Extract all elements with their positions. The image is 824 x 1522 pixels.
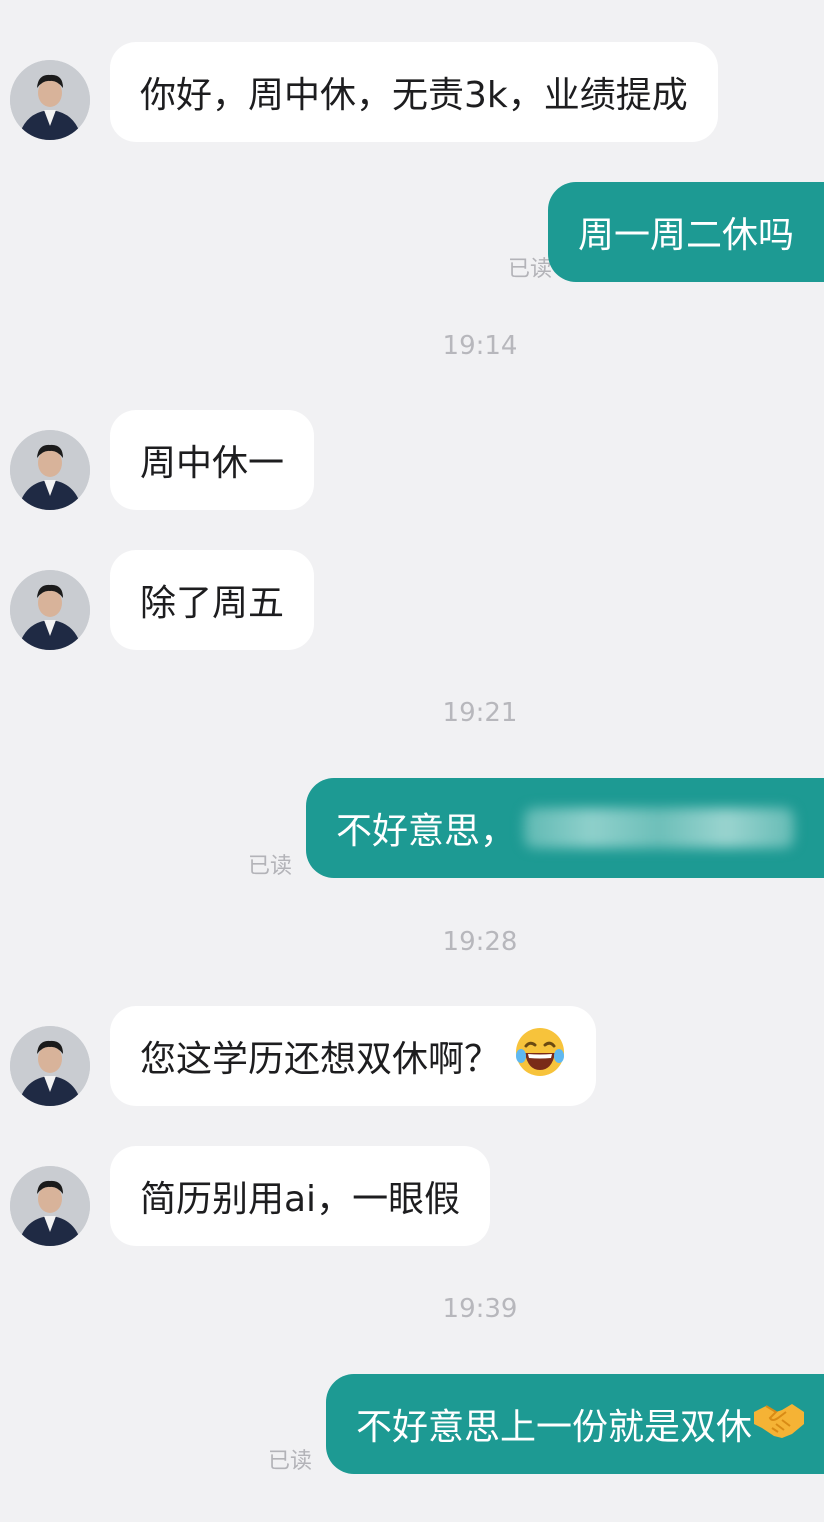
- contact-avatar[interactable]: [10, 1166, 90, 1246]
- incoming-message[interactable]: 简历别用ai，一眼假: [110, 1146, 491, 1246]
- read-status: 已读: [268, 1449, 313, 1474]
- contact-avatar[interactable]: [10, 570, 90, 650]
- handshake-emoji: [752, 1398, 806, 1451]
- timestamp: 19:39: [442, 1294, 518, 1324]
- message-text: 你好，周中休，无责3k，业绩提成: [140, 75, 688, 116]
- read-status: 已读: [248, 854, 293, 879]
- message-text: 除了周五: [140, 583, 285, 624]
- redacted-text: [524, 808, 794, 848]
- outgoing-message[interactable]: 不好意思上一份就是双休: [326, 1374, 824, 1474]
- contact-avatar[interactable]: [10, 1026, 90, 1106]
- laughing-with-tears-emoji: [514, 1026, 566, 1087]
- message-text: 您这学历还想双休啊？: [140, 1039, 501, 1080]
- message-text: 周中休一: [140, 443, 285, 484]
- outgoing-message[interactable]: 周一周二休吗: [547, 182, 824, 282]
- incoming-message[interactable]: 除了周五: [110, 550, 315, 650]
- outgoing-message[interactable]: 不好意思，: [306, 778, 824, 878]
- message-text: 简历别用ai，一眼假: [140, 1179, 461, 1220]
- message-text: 周一周二休吗: [577, 215, 794, 256]
- message-text: 不好意思上一份就是双休: [356, 1407, 753, 1448]
- contact-avatar[interactable]: [10, 60, 90, 140]
- timestamp: 19:28: [442, 927, 518, 957]
- read-status: 已读: [508, 257, 553, 282]
- incoming-message[interactable]: 你好，周中休，无责3k，业绩提成: [110, 42, 718, 142]
- chat-thread: 你好，周中休，无责3k，业绩提成 已读 周一周二休吗 19:14 周中休一 除了…: [0, 0, 824, 1522]
- incoming-message[interactable]: 您这学历还想双休啊？: [110, 1006, 596, 1106]
- contact-avatar[interactable]: [10, 430, 90, 510]
- incoming-message[interactable]: 周中休一: [110, 410, 315, 510]
- timestamp: 19:21: [442, 698, 518, 728]
- timestamp: 19:14: [442, 331, 518, 361]
- message-text: 不好意思，: [336, 811, 517, 852]
